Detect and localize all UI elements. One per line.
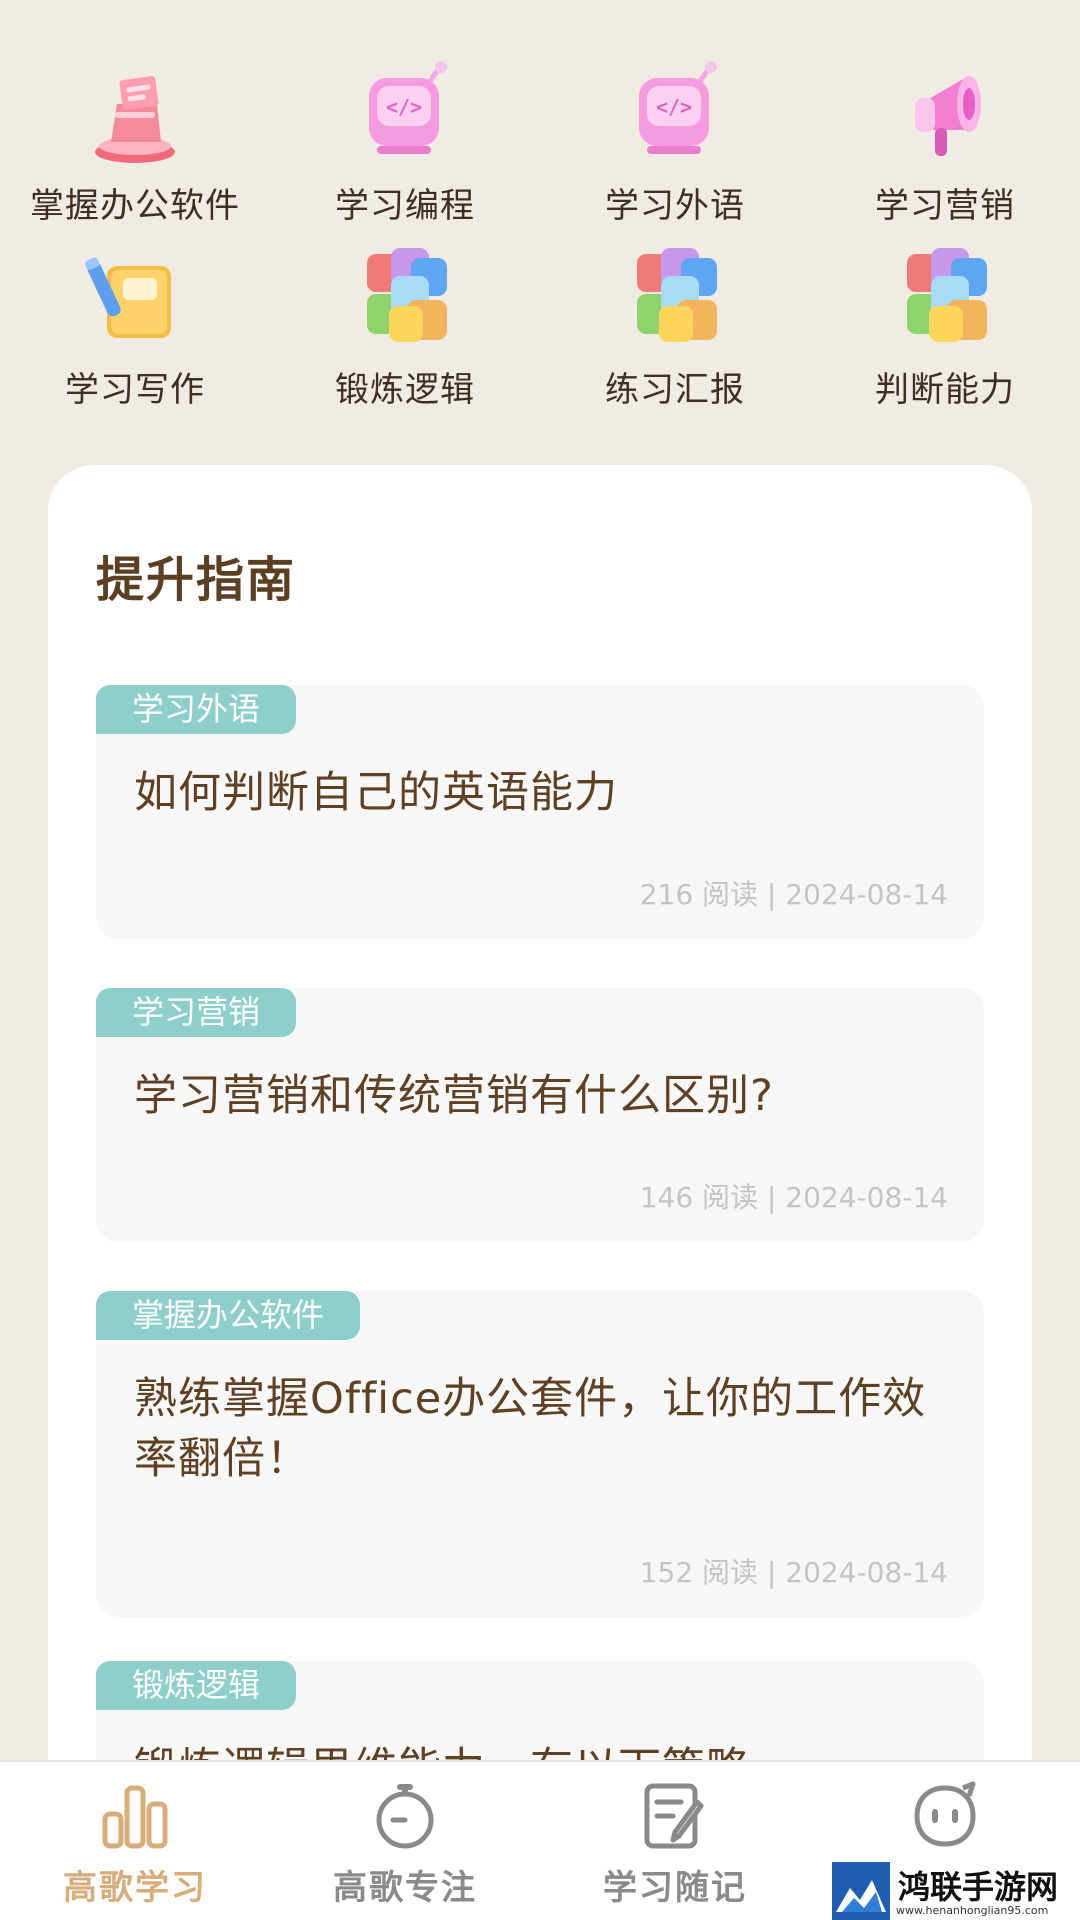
article-meta: 146 阅读 | 2024-08-14 xyxy=(639,1181,948,1214)
code-icon: </> xyxy=(369,61,447,154)
category-writing[interactable]: 学习写作 xyxy=(0,244,270,424)
note-edit-icon xyxy=(644,1783,704,1849)
cube-icon xyxy=(637,248,717,342)
watermark: 鸿联手游网 www.henanhonglian95.com xyxy=(832,1862,1080,1920)
article-tag: 学习外语 xyxy=(96,685,297,734)
article-meta: 152 阅读 | 2024-08-14 xyxy=(639,1556,948,1589)
cube-icon xyxy=(907,248,987,342)
category-label: 锻炼逻辑 xyxy=(335,370,475,410)
nav-study[interactable]: 高歌学习 xyxy=(0,1762,270,1920)
notebook-pen-icon xyxy=(85,257,171,338)
stopwatch-icon xyxy=(376,1784,434,1849)
nav-label: 高歌学习 xyxy=(63,1868,207,1908)
article-card[interactable]: 学习营销 学习营销和传统营销有什么区别? 146 阅读 | 2024-08-14 xyxy=(96,988,984,1242)
category-label: 判断能力 xyxy=(875,370,1015,410)
svg-text:</>: </> xyxy=(656,95,692,119)
office-icon xyxy=(95,76,175,163)
article-meta: 216 阅读 | 2024-08-14 xyxy=(639,878,948,911)
article-title: 熟练掌握Office办公套件，让你的工作效率翻倍！ xyxy=(134,1374,927,1484)
nav-label: 高歌专注 xyxy=(333,1868,477,1908)
bar-chart-icon xyxy=(102,1785,168,1849)
megaphone-icon xyxy=(915,76,981,156)
svg-text:</>: </> xyxy=(386,95,422,119)
category-label: 学习外语 xyxy=(605,186,745,226)
category-grid: 掌握办公软件 </> 学习编程 </> 学习外语 学习营销 学习写作 锻炼逻辑 … xyxy=(0,60,1080,424)
article-tag: 学习营销 xyxy=(96,988,297,1037)
article-tag: 掌握办公软件 xyxy=(96,1291,361,1340)
category-office[interactable]: 掌握办公软件 xyxy=(0,60,270,240)
code-icon: </> xyxy=(639,61,717,154)
article-title: 如何判断自己的英语能力 xyxy=(134,768,618,818)
nav-notes[interactable]: 学习随记 xyxy=(540,1762,810,1920)
guide-title: 提升指南 xyxy=(96,552,297,608)
watermark-logo-icon xyxy=(832,1862,890,1920)
category-presentation[interactable]: 练习汇报 xyxy=(540,244,810,424)
category-label: 学习写作 xyxy=(65,370,205,410)
guide-card: 提升指南 学习外语 如何判断自己的英语能力 216 阅读 | 2024-08-1… xyxy=(48,465,1032,1920)
app-screen: 掌握办公软件 </> 学习编程 </> 学习外语 学习营销 学习写作 锻炼逻辑 … xyxy=(0,0,1080,1920)
article-card[interactable]: 掌握办公软件 熟练掌握Office办公套件，让你的工作效率翻倍！ 152 阅读 … xyxy=(96,1291,984,1617)
category-foreign-language[interactable]: </> 学习外语 xyxy=(540,60,810,240)
category-label: 掌握办公软件 xyxy=(30,186,240,226)
nav-label: 学习随记 xyxy=(603,1868,747,1908)
category-label: 练习汇报 xyxy=(605,370,745,410)
category-marketing[interactable]: 学习营销 xyxy=(810,60,1080,240)
category-judgment[interactable]: 判断能力 xyxy=(810,244,1080,424)
watermark-url: www.henanhonglian95.com xyxy=(896,1904,1049,1917)
cube-icon xyxy=(367,248,447,342)
chat-face-icon xyxy=(914,1781,976,1847)
article-card[interactable]: 学习外语 如何判断自己的英语能力 216 阅读 | 2024-08-14 xyxy=(96,685,984,939)
article-tag: 锻炼逻辑 xyxy=(96,1661,297,1710)
category-programming[interactable]: </> 学习编程 xyxy=(270,60,540,240)
category-logic[interactable]: 锻炼逻辑 xyxy=(270,244,540,424)
category-label: 学习营销 xyxy=(875,186,1015,226)
nav-focus[interactable]: 高歌专注 xyxy=(270,1762,540,1920)
category-label: 学习编程 xyxy=(335,186,475,226)
article-title: 学习营销和传统营销有什么区别? xyxy=(134,1071,774,1121)
watermark-title: 鸿联手游网 xyxy=(898,1868,1059,1906)
